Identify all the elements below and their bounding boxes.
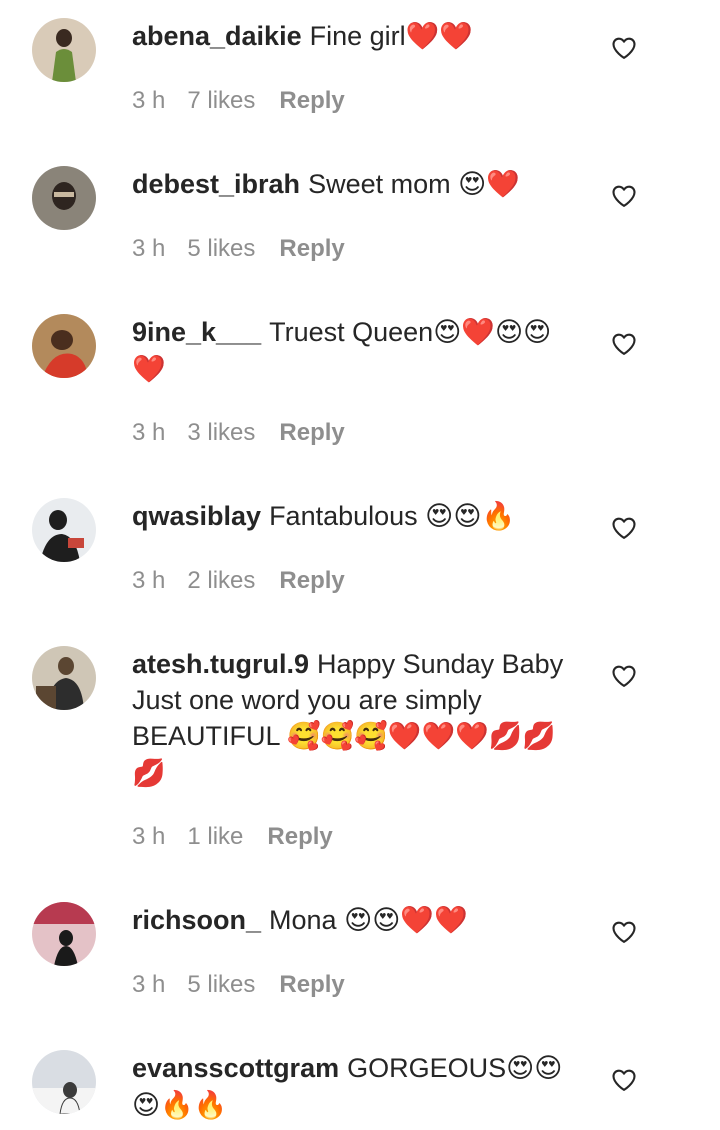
comment-text: Fantabulous <box>269 501 426 531</box>
heart-outline-icon[interactable] <box>610 662 638 690</box>
avatar[interactable] <box>32 498 96 562</box>
comment-username[interactable]: richsoon_ <box>132 905 261 935</box>
comment-meta: 3 h 3 likes Reply <box>132 418 367 448</box>
comment-body: richsoon_ Mona 😍😍❤️❤️ <box>132 902 572 939</box>
heart-outline-icon[interactable] <box>610 514 638 542</box>
comment-emojis: 😍❤️ <box>458 169 520 200</box>
comment-time: 3 h <box>132 235 166 262</box>
comment-likes[interactable]: 1 like <box>187 823 243 850</box>
comment-body: abena_daikie Fine girl❤️❤️ <box>132 18 572 55</box>
comment-time: 3 h <box>132 823 166 850</box>
comment-body: qwasiblay Fantabulous 😍😍🔥 <box>132 498 572 535</box>
comment-meta: 3 h 7 likes Reply <box>132 86 367 116</box>
comment-likes[interactable]: 5 likes <box>187 235 255 262</box>
comment-meta: 3 h 5 likes Reply <box>132 234 367 264</box>
avatar[interactable] <box>32 646 96 710</box>
avatar[interactable] <box>32 166 96 230</box>
avatar[interactable] <box>32 18 96 82</box>
reply-button[interactable]: Reply <box>279 235 344 262</box>
comment-likes[interactable]: 3 likes <box>187 419 255 446</box>
comment-meta: 3 h 1 like Reply <box>132 822 355 852</box>
reply-button[interactable]: Reply <box>279 419 344 446</box>
heart-outline-icon[interactable] <box>610 182 638 210</box>
comment-text: Sweet mom <box>308 169 459 199</box>
comment-body: atesh.tugrul.9 Happy Sunday Baby Just one… <box>132 646 572 792</box>
reply-button[interactable]: Reply <box>267 823 332 850</box>
comment-meta: 3 h 2 likes Reply <box>132 566 367 596</box>
comment-likes[interactable]: 2 likes <box>187 567 255 594</box>
avatar[interactable] <box>32 902 96 966</box>
comment-body: evansscottgram GORGEOUS😍😍😍🔥🔥 <box>132 1050 572 1124</box>
comment-meta: 3 h 5 likes Reply <box>132 970 367 1000</box>
comment-username[interactable]: 9ine_k___ <box>132 317 261 347</box>
comment-likes[interactable]: 7 likes <box>187 87 255 114</box>
reply-button[interactable]: Reply <box>279 971 344 998</box>
comment-emojis: ❤️❤️ <box>405 21 473 52</box>
comment-time: 3 h <box>132 87 166 114</box>
heart-outline-icon[interactable] <box>610 330 638 358</box>
comment-username[interactable]: abena_daikie <box>132 21 302 51</box>
comment-username[interactable]: evansscottgram <box>132 1053 339 1083</box>
comment-likes[interactable]: 5 likes <box>187 971 255 998</box>
comment-text: GORGEOUS <box>347 1053 507 1083</box>
comment-time: 3 h <box>132 419 166 446</box>
heart-outline-icon[interactable] <box>610 34 638 62</box>
heart-outline-icon[interactable] <box>610 1066 638 1094</box>
avatar[interactable] <box>32 1050 96 1114</box>
comment-text: Mona <box>269 905 345 935</box>
comment-time: 3 h <box>132 567 166 594</box>
comment-username[interactable]: qwasiblay <box>132 501 261 531</box>
comment-body: 9ine_k___ Truest Queen😍❤️😍😍❤️ <box>132 314 572 388</box>
comment-emojis: 😍😍🔥 <box>425 501 516 532</box>
comment-text: Truest Queen <box>269 317 434 347</box>
reply-button[interactable]: Reply <box>279 87 344 114</box>
comment-emojis: 😍😍❤️❤️ <box>344 905 468 936</box>
avatar[interactable] <box>32 314 96 378</box>
comment-username[interactable]: atesh.tugrul.9 <box>132 649 309 679</box>
comment-body: debest_ibrah Sweet mom 😍❤️ <box>132 166 572 203</box>
heart-outline-icon[interactable] <box>610 918 638 946</box>
comment-username[interactable]: debest_ibrah <box>132 169 300 199</box>
reply-button[interactable]: Reply <box>279 567 344 594</box>
comment-text: Fine girl <box>309 21 406 51</box>
comment-time: 3 h <box>132 971 166 998</box>
